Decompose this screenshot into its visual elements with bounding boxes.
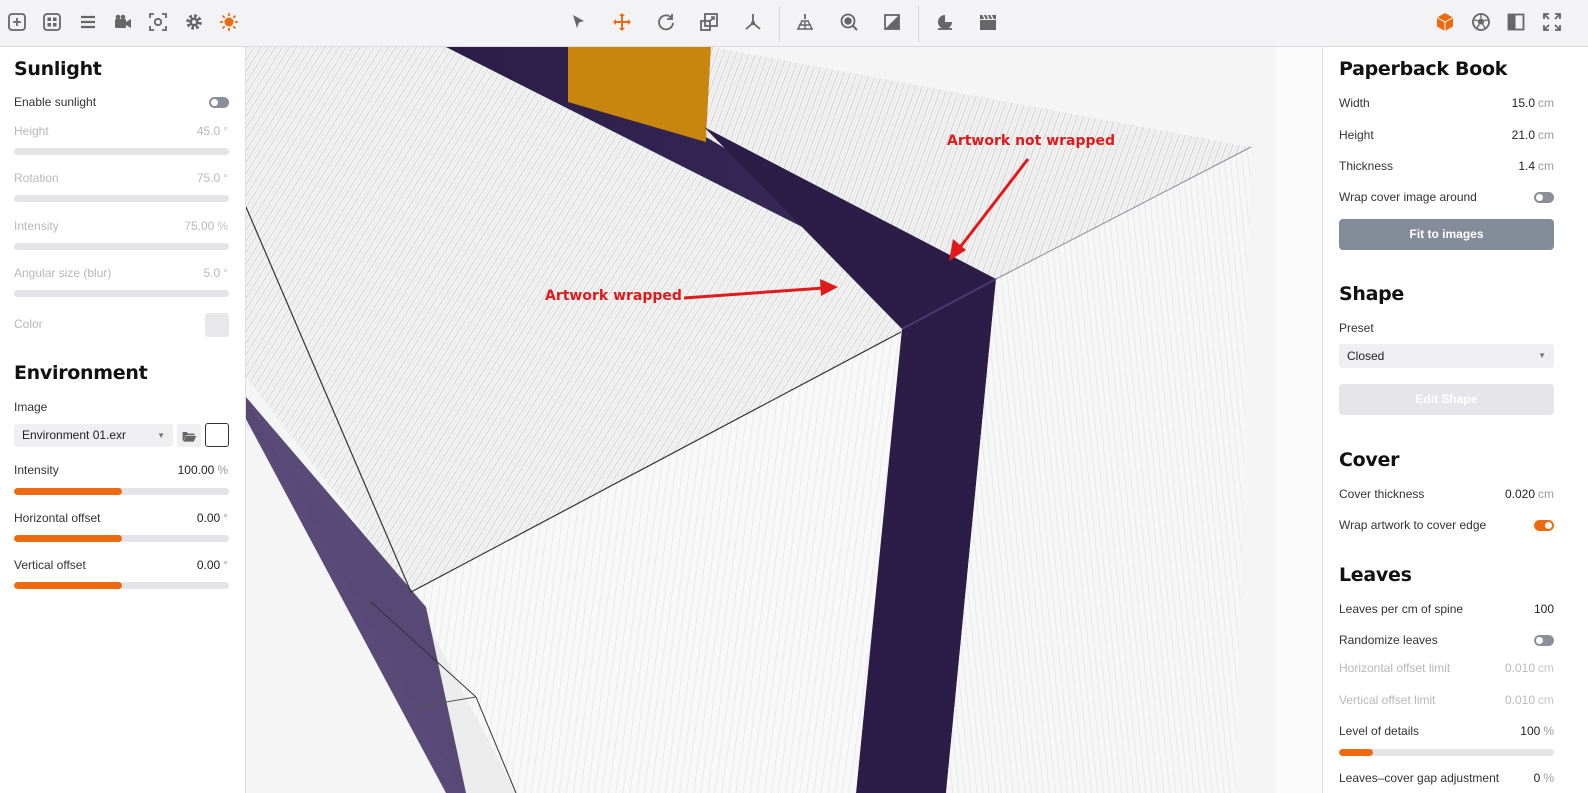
rotate-icon[interactable] — [655, 11, 677, 33]
env-voffset-label: Vertical offset — [14, 558, 86, 572]
book-render — [246, 47, 1322, 793]
camera-icon[interactable] — [112, 11, 134, 33]
book-height-value[interactable]: 21.0 cm — [1512, 128, 1554, 142]
expand-icon[interactable] — [1541, 11, 1563, 33]
hlimit-label: Horizontal offset limit — [1339, 661, 1451, 675]
select-arrow-icon[interactable] — [568, 11, 590, 33]
sun-color-label: Color — [14, 317, 43, 331]
hlimit-value[interactable]: 0.010 cm — [1505, 661, 1554, 675]
wrap-cover-label: Wrap cover image around — [1339, 190, 1477, 204]
env-intensity-slider[interactable] — [14, 488, 229, 495]
chevron-down-icon: ▼ — [157, 431, 165, 440]
sun-rotation-value[interactable]: 75.0 ° — [197, 171, 228, 185]
preset-select[interactable]: Closed ▼ — [1339, 344, 1554, 368]
sun-height-slider[interactable] — [14, 148, 229, 155]
environment-title: Environment — [14, 362, 148, 384]
wrap-artwork-label: Wrap artwork to cover edge — [1339, 518, 1487, 532]
sunlight-title: Sunlight — [14, 58, 102, 80]
list-icon[interactable] — [77, 11, 99, 33]
ground-grid-icon[interactable] — [794, 11, 816, 33]
gap-label: Leaves–cover gap adjustment — [1339, 771, 1500, 785]
fit-to-images-button[interactable]: Fit to images — [1339, 219, 1554, 250]
env-image-select[interactable]: Environment 01.exr ▼ — [14, 424, 173, 447]
vlimit-value[interactable]: 0.010 cm — [1505, 693, 1554, 707]
chevron-down-icon: ▼ — [1538, 351, 1546, 360]
focus-icon[interactable] — [147, 11, 169, 33]
material-icon[interactable] — [881, 11, 903, 33]
env-hoffset-slider[interactable] — [14, 535, 229, 542]
book-height-label: Height — [1339, 128, 1374, 142]
scale-icon[interactable] — [698, 11, 720, 33]
book-title: Paperback Book — [1339, 58, 1508, 80]
annotation-not-wrapped: Artwork not wrapped — [947, 133, 1116, 149]
clapperboard-icon[interactable] — [977, 11, 999, 33]
sun-icon[interactable] — [218, 11, 240, 33]
sun-height-label: Height — [14, 124, 49, 138]
left-panel: Sunlight Enable sunlight Height 45.0 ° Ro… — [0, 47, 246, 793]
sun-intensity-label: Intensity — [14, 219, 59, 233]
move-icon[interactable] — [611, 11, 633, 33]
orbit-icon[interactable] — [838, 11, 860, 33]
angular-size-label: Angular size (blur) — [14, 266, 112, 280]
leaves-title: Leaves — [1339, 564, 1412, 586]
book-width-value[interactable]: 15.0 cm — [1512, 96, 1554, 110]
gap-value[interactable]: 0% — [1534, 771, 1554, 785]
book-thickness-value[interactable]: 1.4 cm — [1518, 159, 1554, 173]
wrap-artwork-toggle[interactable] — [1534, 520, 1554, 531]
env-hoffset-value[interactable]: 0.00 ° — [197, 511, 228, 525]
toolbar-divider — [779, 6, 780, 42]
env-intensity-label: Intensity — [14, 463, 59, 477]
toolbar-divider — [918, 6, 919, 42]
sun-rotation-slider[interactable] — [14, 195, 229, 202]
preset-label: Preset — [1339, 321, 1374, 335]
enable-sunlight-label: Enable sunlight — [14, 95, 97, 109]
leaves-per-cm-label: Leaves per cm of spine — [1339, 602, 1464, 616]
enable-sunlight-toggle[interactable] — [209, 97, 229, 108]
sun-height-value[interactable]: 45.0 ° — [197, 124, 228, 138]
folder-open-icon[interactable] — [177, 424, 201, 447]
lod-value[interactable]: 100% — [1520, 724, 1554, 738]
lod-label: Level of details — [1339, 724, 1420, 738]
axes-icon[interactable] — [742, 11, 764, 33]
add-icon[interactable] — [6, 11, 28, 33]
leaves-per-cm-value[interactable]: 100 — [1534, 602, 1554, 616]
randomize-leaves-label: Randomize leaves — [1339, 633, 1438, 647]
env-image-label: Image — [14, 400, 48, 414]
sun-intensity-slider[interactable] — [14, 243, 229, 250]
shape-title: Shape — [1339, 283, 1405, 305]
time-icon[interactable] — [934, 11, 956, 33]
sun-rotation-label: Rotation — [14, 171, 59, 185]
top-toolbar — [0, 0, 1588, 47]
book-thickness-label: Thickness — [1339, 159, 1394, 173]
layout-icon[interactable] — [1505, 11, 1527, 33]
env-preview-swatch[interactable] — [205, 423, 229, 447]
right-panel: Paperback Book Width 15.0 cm Height 21.0 c… — [1322, 47, 1588, 793]
annotation-wrapped: Artwork wrapped — [545, 288, 682, 304]
cube-icon[interactable] — [1434, 11, 1456, 33]
env-voffset-value[interactable]: 0.00 ° — [197, 558, 228, 572]
vlimit-label: Vertical offset limit — [1339, 693, 1436, 707]
sun-color-swatch[interactable] — [205, 313, 229, 337]
3d-viewport[interactable]: Artwork not wrapped Artwork wrapped — [246, 47, 1322, 793]
env-hoffset-label: Horizontal offset — [14, 511, 101, 525]
gear-icon[interactable] — [183, 11, 205, 33]
cover-title: Cover — [1339, 449, 1400, 471]
grid-icon[interactable] — [41, 11, 63, 33]
sun-intensity-value[interactable]: 75.00% — [184, 219, 228, 233]
cover-thickness-value[interactable]: 0.020 cm — [1505, 487, 1554, 501]
lod-slider[interactable] — [1339, 749, 1554, 756]
wrap-cover-toggle[interactable] — [1534, 192, 1554, 203]
book-width-label: Width — [1339, 96, 1370, 110]
cover-thickness-label: Cover thickness — [1339, 487, 1425, 501]
angular-size-slider[interactable] — [14, 290, 229, 297]
angular-size-value[interactable]: 5.0 ° — [204, 266, 229, 280]
edit-shape-button[interactable]: Edit Shape — [1339, 384, 1554, 415]
ball-icon[interactable] — [1470, 11, 1492, 33]
randomize-leaves-toggle[interactable] — [1534, 635, 1554, 646]
env-voffset-slider[interactable] — [14, 582, 229, 589]
env-intensity-value[interactable]: 100.00% — [178, 463, 228, 477]
